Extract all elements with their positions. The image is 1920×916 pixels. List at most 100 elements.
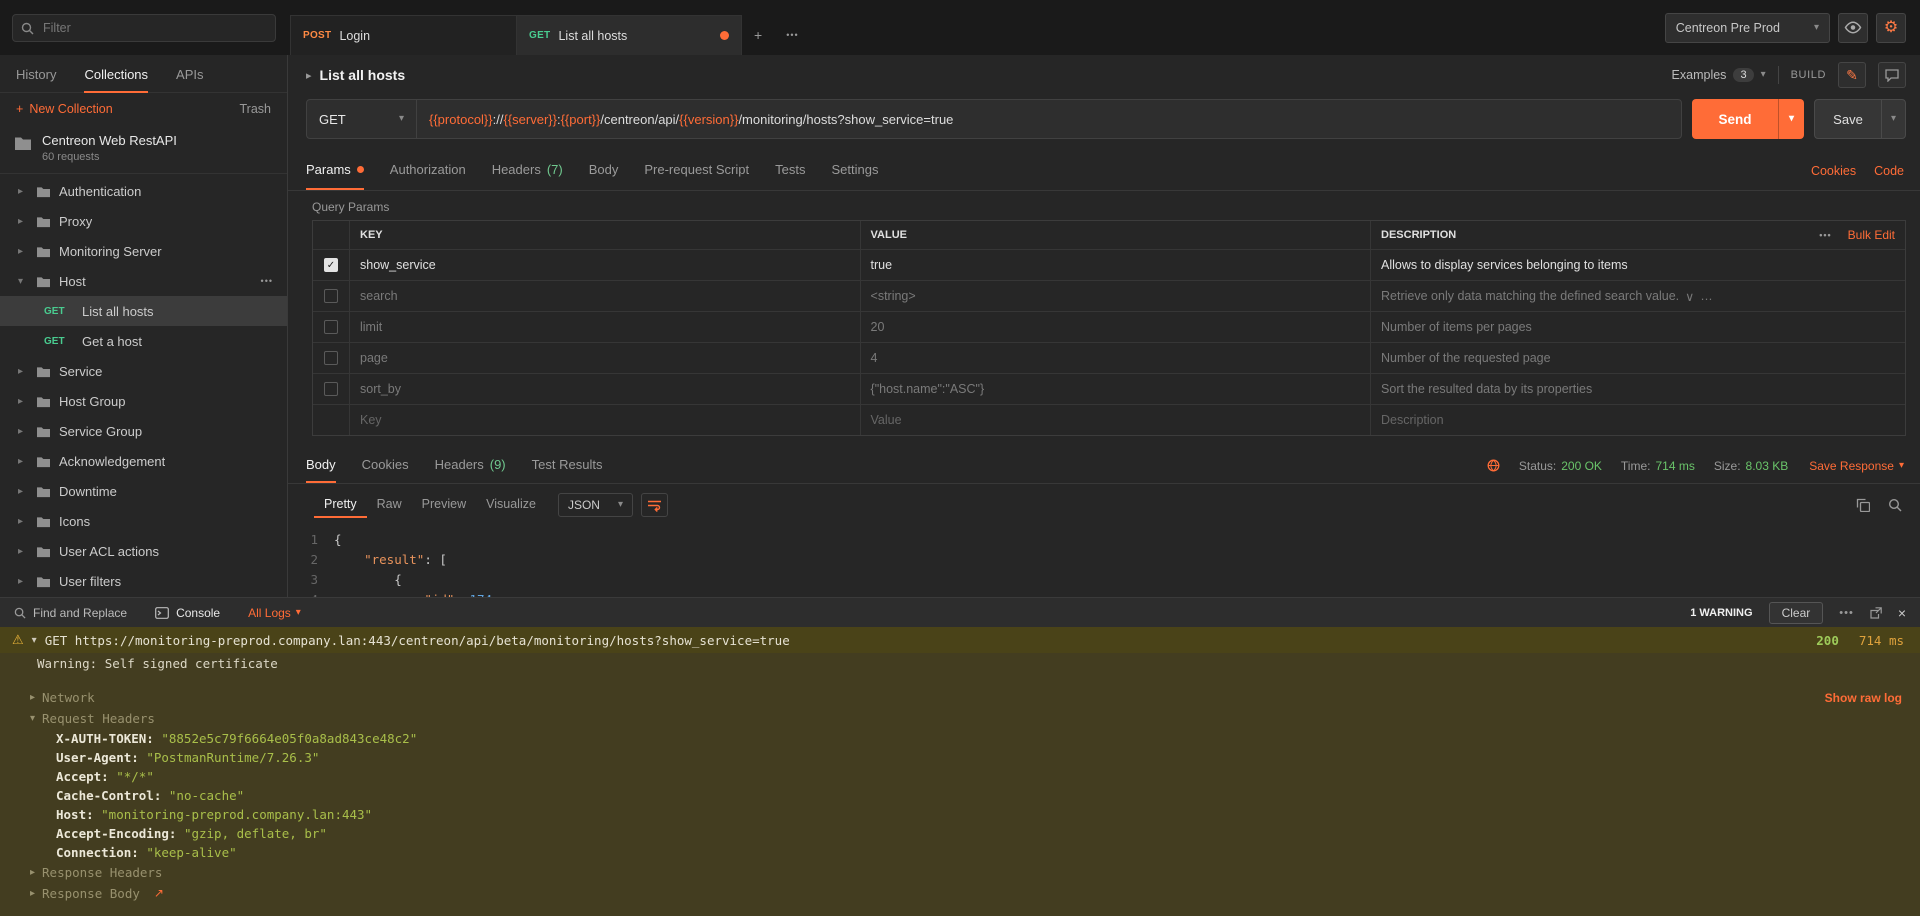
edit-request-button[interactable]: ✎: [1838, 62, 1866, 88]
sidebar-request-list-all-hosts[interactable]: GETList all hosts: [0, 296, 287, 326]
tab-response-headers[interactable]: Headers(9): [435, 448, 506, 483]
param-description[interactable]: Sort the resulted data by its properties: [1370, 374, 1905, 404]
param-description[interactable]: Number of the requested page: [1370, 343, 1905, 373]
description-overflow-icon[interactable]: …: [1700, 289, 1713, 303]
param-value[interactable]: 20: [860, 312, 1371, 342]
console-log-entry[interactable]: ⚠ ▾ GET https://monitoring-preprod.compa…: [0, 627, 1920, 653]
clear-console-button[interactable]: Clear: [1769, 602, 1824, 624]
send-options-button[interactable]: ▾: [1778, 99, 1804, 139]
open-in-new-window-button[interactable]: [1870, 607, 1882, 619]
wrap-lines-button[interactable]: [641, 493, 668, 517]
sidebar-folder-downtime[interactable]: ▸Downtime: [0, 476, 287, 506]
search-response-button[interactable]: [1888, 498, 1902, 512]
param-checkbox-cell[interactable]: ✓: [313, 250, 349, 280]
log-filter-dropdown[interactable]: All Logs ▾: [248, 606, 301, 620]
save-response-button[interactable]: Save Response ▾: [1809, 459, 1904, 473]
expand-description-icon[interactable]: ∨: [1685, 289, 1694, 304]
console-more-icon[interactable]: •••: [1839, 607, 1854, 619]
chevron-right-icon[interactable]: ▸: [306, 69, 312, 82]
settings-button[interactable]: ⚙: [1876, 13, 1906, 43]
param-row-limit[interactable]: limit20Number of items per pages: [313, 311, 1905, 342]
more-options-icon[interactable]: •••: [1819, 230, 1831, 240]
tab-headers[interactable]: Headers(7): [492, 151, 563, 190]
tab-response-cookies[interactable]: Cookies: [362, 448, 409, 483]
response-body-code[interactable]: 1{2 "result": [3 {4 "id": 174,: [288, 526, 1920, 597]
tab-body[interactable]: Body: [589, 151, 619, 190]
url-input[interactable]: {{protocol}}://{{server}}:{{port}}/centr…: [417, 100, 1681, 138]
param-checkbox-cell[interactable]: [313, 312, 349, 342]
sidebar-folder-proxy[interactable]: ▸Proxy: [0, 206, 287, 236]
tab-collections[interactable]: Collections: [84, 67, 148, 93]
tab-response-body[interactable]: Body: [306, 448, 336, 483]
param-checkbox-cell[interactable]: [313, 343, 349, 373]
param-key[interactable]: page: [349, 343, 860, 373]
tab-settings[interactable]: Settings: [831, 151, 878, 190]
param-key[interactable]: search: [349, 281, 860, 311]
trash-button[interactable]: Trash: [240, 102, 272, 116]
tab-apis[interactable]: APIs: [176, 67, 203, 93]
param-description[interactable]: Number of items per pages: [1370, 312, 1905, 342]
param-value[interactable]: Value: [860, 405, 1371, 435]
param-key[interactable]: Key: [349, 405, 860, 435]
sidebar-folder-monitoring-server[interactable]: ▸Monitoring Server: [0, 236, 287, 266]
sidebar-folder-user-filters[interactable]: ▸User filters: [0, 566, 287, 596]
save-label[interactable]: Save: [1815, 100, 1881, 138]
tab-options-icon[interactable]: •••: [774, 15, 810, 55]
view-visualize[interactable]: Visualize: [476, 492, 546, 518]
console-network-toggle[interactable]: ▸ Network: [0, 687, 1920, 708]
param-row-search[interactable]: search<string>Retrieve only data matchin…: [313, 280, 1905, 311]
new-tab-button[interactable]: +: [742, 15, 774, 55]
param-key[interactable]: show_service: [349, 250, 860, 280]
external-link-icon[interactable]: ↗: [154, 885, 164, 902]
sidebar-folder-host-group[interactable]: ▸Host Group: [0, 386, 287, 416]
param-row-show-service[interactable]: ✓ show_servicetrueAllows to display servi…: [313, 249, 1905, 280]
sidebar-folder-service[interactable]: ▸Service: [0, 356, 287, 386]
tab-params[interactable]: Params: [306, 151, 364, 190]
tab-list-all-hosts[interactable]: GET List all hosts: [516, 15, 742, 55]
console-response-headers-toggle[interactable]: ▸ Response Headers: [0, 862, 1920, 883]
console-tab[interactable]: Console: [155, 606, 220, 620]
show-raw-log-link[interactable]: Show raw log: [1825, 691, 1902, 705]
param-description[interactable]: Allows to display services belonging to …: [1370, 250, 1905, 280]
tab-test-results[interactable]: Test Results: [532, 448, 603, 483]
param-key[interactable]: limit: [349, 312, 860, 342]
view-preview[interactable]: Preview: [412, 492, 476, 518]
sidebar-folder-authentication[interactable]: ▸Authentication: [0, 176, 287, 206]
save-options-button[interactable]: ▾: [1881, 100, 1905, 138]
tab-tests[interactable]: Tests: [775, 151, 805, 190]
new-collection-button[interactable]: + New Collection: [16, 102, 113, 116]
sidebar-request-get-a-host[interactable]: GETGet a host: [0, 326, 287, 356]
send-button[interactable]: Send ▾: [1692, 99, 1804, 139]
param-value[interactable]: true: [860, 250, 1371, 280]
collection-header[interactable]: Centreon Web RestAPI 60 requests: [0, 125, 287, 174]
checkbox-unchecked[interactable]: [324, 289, 338, 303]
format-selector[interactable]: JSON ▾: [558, 493, 633, 517]
cookies-link[interactable]: Cookies: [1811, 164, 1856, 178]
view-raw[interactable]: Raw: [367, 492, 412, 518]
send-label[interactable]: Send: [1692, 99, 1778, 139]
sidebar-folder-acknowledgement[interactable]: ▸Acknowledgement: [0, 446, 287, 476]
sidebar-folder-icons[interactable]: ▸Icons: [0, 506, 287, 536]
save-button[interactable]: Save ▾: [1814, 99, 1906, 139]
sidebar-folder-service-group[interactable]: ▸Service Group: [0, 416, 287, 446]
param-description[interactable]: Description: [1370, 405, 1905, 435]
environment-selector[interactable]: Centreon Pre Prod ▾: [1665, 13, 1830, 43]
folder-options-icon[interactable]: •••: [261, 276, 273, 286]
param-checkbox-cell[interactable]: [313, 374, 349, 404]
code-link[interactable]: Code: [1874, 164, 1904, 178]
tab-history[interactable]: History: [16, 67, 56, 93]
tab-login[interactable]: POST Login: [290, 15, 516, 55]
sidebar-folder-user-acl-actions[interactable]: ▸User ACL actions: [0, 536, 287, 566]
environment-quick-look-button[interactable]: [1838, 13, 1868, 43]
bulk-edit-link[interactable]: Bulk Edit: [1848, 228, 1895, 242]
param-description[interactable]: Retrieve only data matching the defined …: [1370, 281, 1905, 311]
param-row-sort-by[interactable]: sort_by{"host.name":"ASC"}Sort the resul…: [313, 373, 1905, 404]
filter-input[interactable]: [12, 14, 276, 42]
checkbox-unchecked[interactable]: [324, 351, 338, 365]
examples-dropdown[interactable]: Examples 3 ▾: [1672, 68, 1766, 82]
param-checkbox-cell[interactable]: [313, 281, 349, 311]
method-selector[interactable]: GET ▾: [307, 100, 417, 138]
checkbox-checked[interactable]: ✓: [324, 258, 338, 272]
view-pretty[interactable]: Pretty: [314, 492, 367, 518]
copy-button[interactable]: [1856, 498, 1870, 512]
